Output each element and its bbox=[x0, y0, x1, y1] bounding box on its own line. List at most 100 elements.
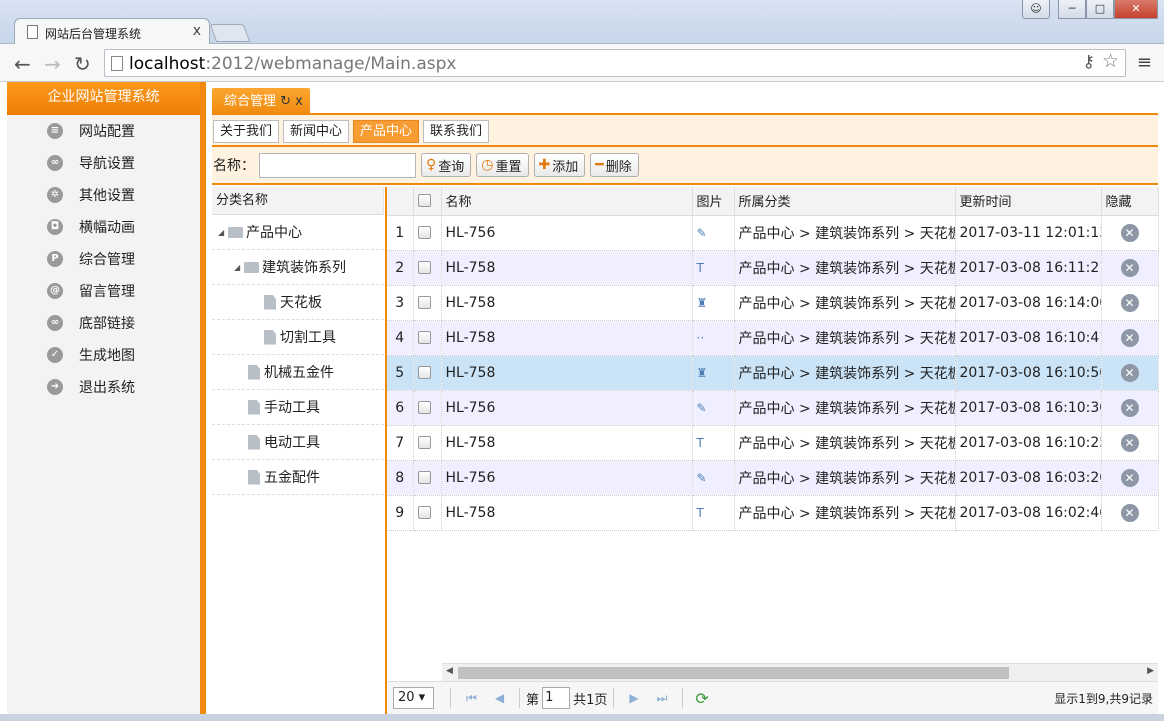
product-thumbnail-icon[interactable]: T bbox=[697, 436, 704, 450]
tab-general-management[interactable]: 综合管理 ↻ x bbox=[212, 88, 310, 115]
product-thumbnail-icon[interactable]: T bbox=[697, 506, 704, 520]
first-page-icon[interactable]: ⏮ bbox=[466, 691, 477, 706]
hide-icon[interactable]: ✕ bbox=[1120, 468, 1139, 487]
back-icon[interactable]: ← bbox=[14, 52, 31, 76]
sidebar-item-banner[interactable]: ◘ 横幅动画 bbox=[7, 211, 200, 243]
add-button[interactable]: ✚ 添加 bbox=[533, 153, 586, 177]
minimize-button[interactable]: ─ bbox=[1058, 0, 1086, 19]
product-name: HL-756 bbox=[441, 460, 693, 496]
sidebar-item-sitemap[interactable]: ✓ 生成地图 bbox=[7, 339, 200, 371]
reload-icon[interactable]: ↻ bbox=[74, 52, 91, 76]
updated-column-header[interactable]: 更新时间 bbox=[955, 187, 1102, 216]
tree-node[interactable]: ◢ 产品中心 bbox=[212, 215, 384, 250]
select-all-checkbox[interactable] bbox=[417, 194, 431, 208]
table-row[interactable]: 2 HL-758 T 产品中心 > 建筑装饰系列 > 天花板 2017-03-08 16… bbox=[387, 250, 1159, 286]
tab-close-icon[interactable]: x bbox=[295, 94, 303, 109]
tree-node[interactable]: 天花板 bbox=[212, 285, 384, 320]
product-thumbnail-icon[interactable]: ✎ bbox=[697, 226, 707, 240]
menu-icon[interactable]: ≡ bbox=[1137, 52, 1152, 73]
prev-page-icon[interactable]: ◀ bbox=[495, 691, 504, 705]
product-thumbnail-icon[interactable]: ✎ bbox=[697, 401, 707, 415]
hide-icon[interactable]: ✕ bbox=[1120, 398, 1139, 417]
tree-node[interactable]: ◢ 建筑装饰系列 bbox=[212, 250, 384, 285]
table-row[interactable]: 9 HL-758 T 产品中心 > 建筑装饰系列 > 天花板 2017-03-08 16… bbox=[387, 495, 1159, 531]
row-checkbox[interactable] bbox=[417, 366, 431, 379]
page-number-input[interactable]: 1 bbox=[542, 687, 571, 709]
scroll-right-icon[interactable]: ▶ bbox=[1147, 666, 1154, 676]
picture-column-header[interactable]: 图片 bbox=[692, 187, 735, 216]
row-checkbox[interactable] bbox=[417, 331, 431, 344]
subtab-news[interactable]: 新闻中心 bbox=[283, 120, 350, 143]
user-icon[interactable]: ☺ bbox=[1022, 0, 1050, 19]
table-row[interactable]: 4 HL-758 ·· 产品中心 > 建筑装饰系列 > 天花板 2017-03-08 1… bbox=[387, 320, 1159, 356]
category-column-header[interactable]: 所属分类 bbox=[734, 187, 956, 216]
table-row[interactable]: 3 HL-758 ♜ 产品中心 > 建筑装饰系列 > 天花板 2017-03-08 16… bbox=[387, 285, 1159, 321]
sidebar-item-messages[interactable]: @ 留言管理 bbox=[7, 275, 200, 307]
product-thumbnail-icon[interactable]: ♜ bbox=[697, 296, 708, 310]
query-button[interactable]: ♀ 查询 bbox=[421, 153, 472, 177]
product-thumbnail-icon[interactable]: ♜ bbox=[697, 366, 708, 380]
table-row[interactable]: 5 HL-758 ♜ 产品中心 > 建筑装饰系列 > 天花板 2017-03-08 16… bbox=[387, 355, 1159, 391]
next-page-icon[interactable]: ▶ bbox=[629, 691, 638, 705]
last-page-icon[interactable]: ⏭ bbox=[657, 691, 668, 706]
row-checkbox[interactable] bbox=[417, 471, 431, 484]
expand-arrow-icon[interactable]: ◢ bbox=[218, 228, 228, 237]
hide-icon[interactable]: ✕ bbox=[1120, 293, 1139, 312]
maximize-button[interactable]: □ bbox=[1086, 0, 1114, 19]
name-search-input[interactable] bbox=[259, 152, 416, 178]
expand-arrow-icon[interactable]: ◢ bbox=[234, 263, 244, 272]
delete-button[interactable]: ━ 删除 bbox=[590, 153, 639, 177]
table-row[interactable]: 6 HL-756 ✎ 产品中心 > 建筑装饰系列 > 天花板 2017-03-08 16… bbox=[387, 390, 1159, 426]
close-button[interactable]: ✕ bbox=[1114, 0, 1158, 19]
row-checkbox[interactable] bbox=[417, 296, 431, 309]
scrollbar-thumb[interactable] bbox=[458, 667, 1009, 679]
sidebar-item-site-config[interactable]: ≡ 网站配置 bbox=[7, 115, 200, 147]
product-thumbnail-icon[interactable]: ✎ bbox=[697, 471, 707, 485]
table-row[interactable]: 8 HL-756 ✎ 产品中心 > 建筑装饰系列 > 天花板 2017-03-08 16… bbox=[387, 460, 1159, 496]
sidebar-item-logout[interactable]: ➜ 退出系统 bbox=[7, 371, 200, 403]
address-bar[interactable]: localhost:2012/webmanage/Main.aspx ⚷ ☆ bbox=[104, 49, 1126, 77]
subtab-about[interactable]: 关于我们 bbox=[213, 120, 280, 143]
hide-icon[interactable]: ✕ bbox=[1120, 258, 1139, 277]
new-tab-button[interactable] bbox=[209, 24, 251, 42]
sidebar-item-general[interactable]: P 综合管理 bbox=[7, 243, 200, 275]
subtab-products[interactable]: 产品中心 bbox=[353, 120, 420, 143]
bookmark-star-icon[interactable]: ☆ bbox=[1102, 50, 1119, 72]
hidden-column-header[interactable]: 隐藏 bbox=[1101, 187, 1159, 216]
refresh-icon[interactable]: ⟳ bbox=[695, 689, 708, 708]
hide-icon[interactable]: ✕ bbox=[1120, 328, 1139, 347]
tree-node[interactable]: 电动工具 bbox=[212, 425, 384, 460]
subtab-contact[interactable]: 联系我们 bbox=[423, 120, 490, 143]
row-checkbox[interactable] bbox=[417, 506, 431, 519]
row-checkbox[interactable] bbox=[417, 226, 431, 239]
tab-refresh-icon[interactable]: ↻ bbox=[280, 94, 291, 109]
table-row[interactable]: 1 HL-756 ✎ 产品中心 > 建筑装饰系列 > 天花板 2017-03-11 12… bbox=[387, 215, 1159, 251]
tree-node[interactable]: 机械五金件 bbox=[212, 355, 384, 390]
scroll-left-icon[interactable]: ◀ bbox=[446, 666, 453, 676]
tree-node[interactable]: 切割工具 bbox=[212, 320, 384, 355]
page-size-select[interactable]: 20 ▾ bbox=[393, 687, 434, 709]
reset-button[interactable]: ◷ 重置 bbox=[476, 153, 529, 177]
tree-node[interactable]: 五金配件 bbox=[212, 460, 384, 495]
product-image-cell: ♜ bbox=[692, 285, 735, 321]
sidebar-item-nav-settings[interactable]: ∞ 导航设置 bbox=[7, 147, 200, 179]
row-checkbox[interactable] bbox=[417, 401, 431, 414]
hide-icon[interactable]: ✕ bbox=[1120, 503, 1139, 522]
hide-icon[interactable]: ✕ bbox=[1120, 433, 1139, 452]
table-row[interactable]: 7 HL-758 T 产品中心 > 建筑装饰系列 > 天花板 2017-03-08 16… bbox=[387, 425, 1159, 461]
browser-tab[interactable]: 网站后台管理系统 x bbox=[14, 18, 210, 45]
row-checkbox[interactable] bbox=[417, 261, 431, 274]
forward-icon[interactable]: → bbox=[44, 52, 61, 76]
horizontal-scrollbar[interactable]: ◀ ▶ bbox=[442, 663, 1158, 681]
key-icon[interactable]: ⚷ bbox=[1083, 52, 1095, 72]
sidebar-item-footer-links[interactable]: ∞ 底部链接 bbox=[7, 307, 200, 339]
sidebar-item-other-settings[interactable]: ✲ 其他设置 bbox=[7, 179, 200, 211]
hide-icon[interactable]: ✕ bbox=[1120, 363, 1139, 382]
hide-icon[interactable]: ✕ bbox=[1120, 223, 1139, 242]
product-thumbnail-icon[interactable]: T bbox=[697, 261, 704, 275]
row-checkbox[interactable] bbox=[417, 436, 431, 449]
tree-node[interactable]: 手动工具 bbox=[212, 390, 384, 425]
tab-close-icon[interactable]: x bbox=[193, 23, 201, 39]
product-thumbnail-icon[interactable]: ·· bbox=[697, 331, 705, 345]
name-column-header[interactable]: 名称 bbox=[441, 187, 693, 216]
